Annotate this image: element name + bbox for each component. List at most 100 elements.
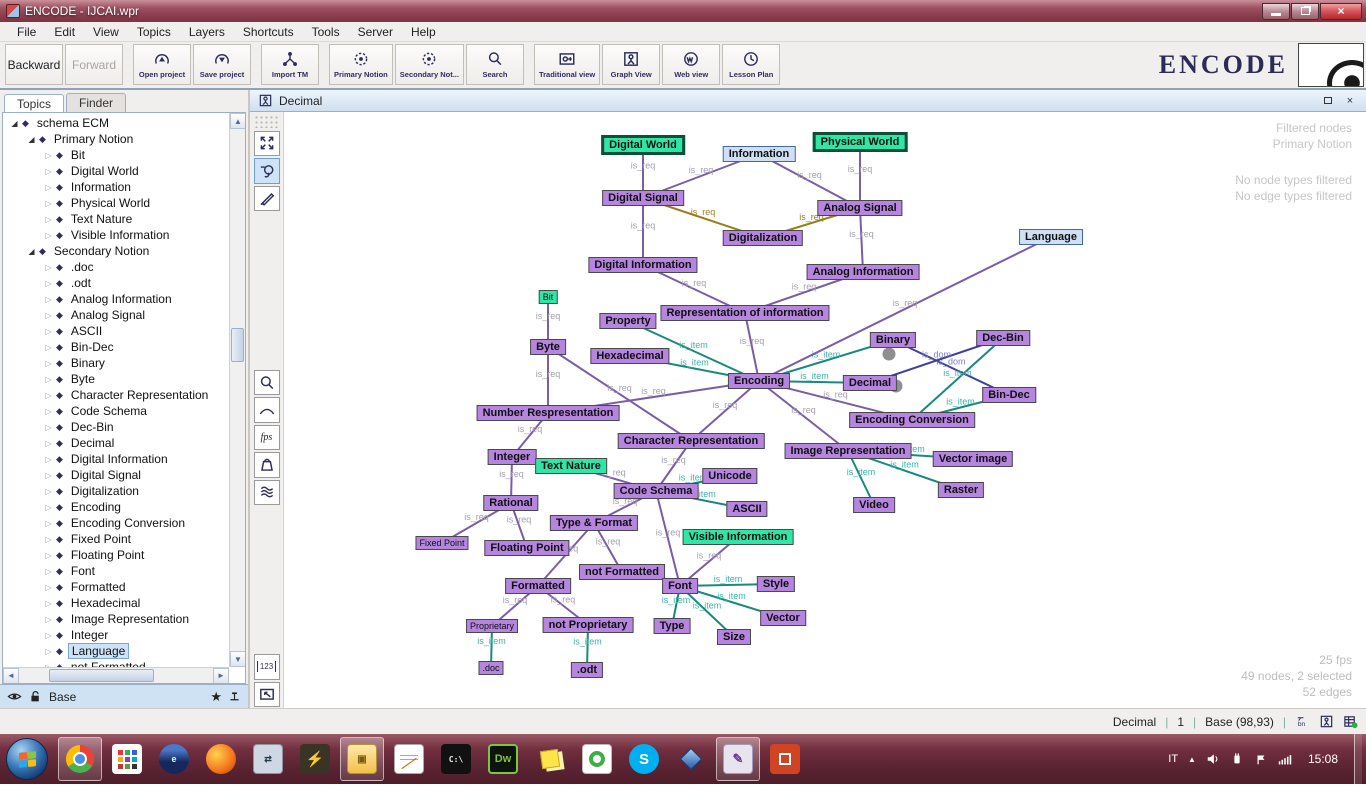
- taskbar-icon-3d-viewer[interactable]: [669, 737, 713, 781]
- scroll-right-icon[interactable]: ►: [213, 668, 229, 684]
- curve-edges-button[interactable]: [254, 397, 280, 422]
- tree-item-binary[interactable]: ▷◆Binary: [3, 355, 229, 371]
- tree-item-ascii[interactable]: ▷◆ASCII: [3, 323, 229, 339]
- rename-nodes-icon[interactable]: bn: [1295, 714, 1310, 729]
- graph-node-decimal[interactable]: Decimal: [843, 375, 897, 391]
- open-project-button[interactable]: Open project: [133, 44, 191, 85]
- backward-button[interactable]: Backward: [5, 44, 63, 85]
- graph-node-bit[interactable]: Bit: [539, 290, 558, 304]
- tree-item-encoding-conversion[interactable]: ▷◆Encoding Conversion: [3, 515, 229, 531]
- graph-node-bin-dec[interactable]: Bin-Dec: [982, 387, 1036, 403]
- expand-icon[interactable]: ▷: [43, 215, 54, 224]
- tree-item-bin-dec[interactable]: ▷◆Bin-Dec: [3, 339, 229, 355]
- forward-button[interactable]: Forward: [65, 44, 123, 85]
- graph-node-physical-world[interactable]: Physical World: [813, 132, 908, 152]
- menu-tools[interactable]: Tools: [303, 23, 349, 41]
- expand-icon[interactable]: ▷: [43, 567, 54, 576]
- menu-shortcuts[interactable]: Shortcuts: [234, 23, 303, 41]
- graph-canvas[interactable]: is_reqis_reqis_reqis_reqis_reqis_reqis_r…: [284, 112, 1366, 708]
- tree-item-digital-world[interactable]: ▷◆Digital World: [3, 163, 229, 179]
- taskbar-icon-command-prompt[interactable]: C:\: [434, 737, 478, 781]
- expand-icon[interactable]: ▷: [43, 295, 54, 304]
- graph-node-digital-information[interactable]: Digital Information: [588, 257, 697, 273]
- tree-item-visible-information[interactable]: ▷◆Visible Information: [3, 227, 229, 243]
- graph-node-visible-information[interactable]: Visible Information: [683, 529, 794, 545]
- graph-node-byte[interactable]: Byte: [530, 339, 566, 355]
- graph-node-digital-signal[interactable]: Digital Signal: [602, 190, 684, 206]
- graph-node-style[interactable]: Style: [757, 576, 795, 592]
- tree-item-formatted[interactable]: ▷◆Formatted: [3, 579, 229, 595]
- layers-wave-button[interactable]: [254, 480, 280, 505]
- expand-icon[interactable]: ▷: [43, 183, 54, 192]
- graph-node-language[interactable]: Language: [1019, 229, 1083, 245]
- scroll-thumb[interactable]: [231, 328, 244, 362]
- star-icon[interactable]: ★: [210, 689, 222, 705]
- tree-item-language[interactable]: ▷◆Language: [3, 643, 229, 659]
- close-button[interactable]: ×: [1320, 3, 1362, 20]
- graph-node-hexadecimal[interactable]: Hexadecimal: [590, 348, 669, 364]
- taskbar-icon-notepad[interactable]: [387, 737, 431, 781]
- show-desktop-button[interactable]: [1354, 734, 1362, 784]
- import-tm-button[interactable]: Import TM: [261, 44, 319, 85]
- signal-strength-icon[interactable]: [1278, 752, 1292, 766]
- taskbar-icon-design-tool[interactable]: ✎: [716, 737, 760, 781]
- expand-icon[interactable]: ▷: [43, 551, 54, 560]
- expand-icon[interactable]: ▷: [43, 583, 54, 592]
- graph-node-video[interactable]: Video: [853, 497, 895, 513]
- expand-icon[interactable]: ▷: [43, 279, 54, 288]
- draw-edge-tool-button[interactable]: [254, 186, 280, 211]
- tree-item-analog-information[interactable]: ▷◆Analog Information: [3, 291, 229, 307]
- tree-item-digital-signal[interactable]: ▷◆Digital Signal: [3, 467, 229, 483]
- tab-topics[interactable]: Topics: [4, 94, 64, 113]
- graph-node-raster[interactable]: Raster: [938, 482, 984, 498]
- menu-topics[interactable]: Topics: [128, 23, 180, 41]
- graph-node-encoding-conversion[interactable]: Encoding Conversion: [849, 412, 975, 428]
- graph-node-proprietary[interactable]: Proprietary: [466, 619, 518, 633]
- graph-node-floating-point[interactable]: Floating Point: [484, 540, 569, 556]
- minimize-button[interactable]: [1262, 3, 1290, 20]
- expand-icon[interactable]: ▷: [43, 167, 54, 176]
- tree-item-fixed-point[interactable]: ▷◆Fixed Point: [3, 531, 229, 547]
- graph-view-small-icon[interactable]: [1319, 714, 1334, 729]
- tree-item-physical-world[interactable]: ▷◆Physical World: [3, 195, 229, 211]
- power-icon[interactable]: [1230, 752, 1244, 766]
- taskbar-icon-eclipse[interactable]: e: [152, 737, 196, 781]
- selection-dot[interactable]: [883, 348, 896, 361]
- tree-item-doc[interactable]: ▷◆.doc: [3, 259, 229, 275]
- taskbar-icon-explorer[interactable]: ▣: [340, 737, 384, 781]
- taskbar-clock[interactable]: 15:08: [1308, 752, 1338, 766]
- taskbar-icon-media-green[interactable]: [575, 737, 619, 781]
- table-view-icon[interactable]: [1343, 714, 1358, 729]
- expand-icon[interactable]: ▷: [43, 423, 54, 432]
- toolstrip-grip[interactable]: [254, 115, 280, 128]
- tree-item-encoding[interactable]: ▷◆Encoding: [3, 499, 229, 515]
- taskbar-icon-firefox[interactable]: [199, 737, 243, 781]
- expand-icon[interactable]: ▷: [43, 439, 54, 448]
- tree-item-integer[interactable]: ▷◆Integer: [3, 627, 229, 643]
- scroll-left-icon[interactable]: ◄: [3, 668, 19, 684]
- graph-node-information[interactable]: Information: [723, 146, 796, 162]
- tree-vertical-scrollbar[interactable]: ▲ ▼: [229, 113, 245, 667]
- graph-node-size[interactable]: Size: [717, 629, 751, 645]
- expand-icon[interactable]: ▷: [43, 503, 54, 512]
- web-view-button[interactable]: Web view: [662, 44, 720, 85]
- graph-node-code-schema[interactable]: Code Schema: [614, 483, 699, 499]
- network-flag-icon[interactable]: [1254, 752, 1268, 766]
- taskbar-icon-remote-desktop[interactable]: ⇄: [246, 737, 290, 781]
- save-project-button[interactable]: Save project: [193, 44, 251, 85]
- expand-icon[interactable]: ▷: [43, 327, 54, 336]
- tree-item-odt[interactable]: ▷◆.odt: [3, 275, 229, 291]
- collapse-icon[interactable]: ◢: [26, 135, 37, 144]
- tree-item-dec-bin[interactable]: ▷◆Dec-Bin: [3, 419, 229, 435]
- tree-item-floating-point[interactable]: ▷◆Floating Point: [3, 547, 229, 563]
- expand-icon[interactable]: ▷: [43, 455, 54, 464]
- graph-node-rational[interactable]: Rational: [483, 495, 538, 511]
- graph-node-integer[interactable]: Integer: [488, 449, 537, 465]
- expand-icon[interactable]: ▷: [43, 231, 54, 240]
- fit-view-button[interactable]: [254, 131, 280, 156]
- tree-item-digital-information[interactable]: ▷◆Digital Information: [3, 451, 229, 467]
- graph-node-character-representation[interactable]: Character Representation: [618, 433, 765, 449]
- edge-as-ai[interactable]: [860, 208, 863, 272]
- graph-node-analog-information[interactable]: Analog Information: [807, 264, 920, 280]
- tree-item-analog-signal[interactable]: ▷◆Analog Signal: [3, 307, 229, 323]
